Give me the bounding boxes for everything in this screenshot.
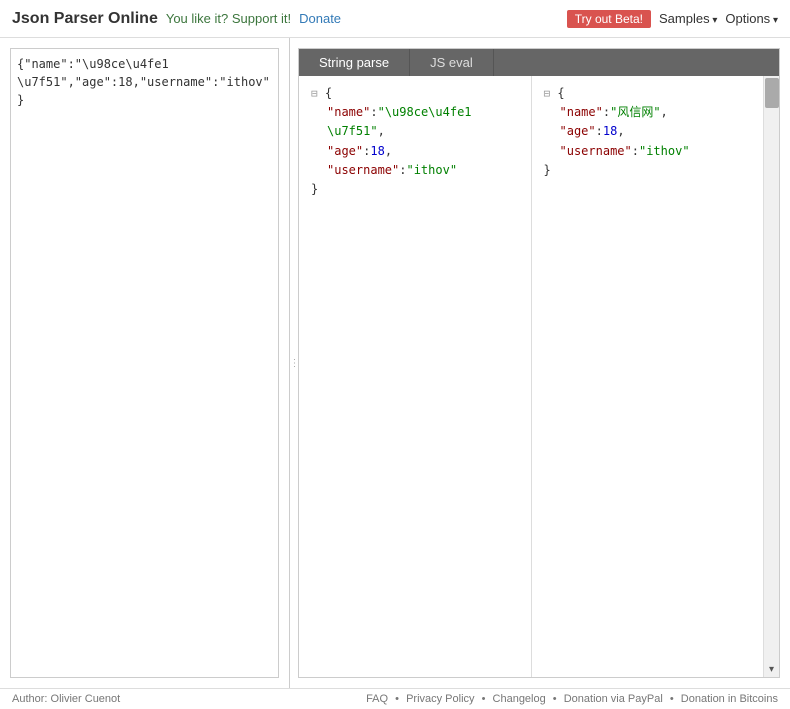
- results-area: ⊟ { "name":"\u98ce\u4fe1 \u7f51", "age":…: [299, 76, 779, 677]
- field-age-value-js: 18: [603, 124, 617, 138]
- field-name-key-str: "name": [327, 105, 370, 119]
- header-right: Try out Beta! Samples Options: [567, 10, 778, 28]
- footer-link-privacy[interactable]: Privacy Policy: [406, 693, 474, 705]
- field-name-value-js: "风信网": [610, 105, 660, 119]
- donate-link[interactable]: Donate: [299, 11, 341, 26]
- panel-divider[interactable]: ⋮: [290, 38, 298, 688]
- field-name-key-js: "name": [560, 105, 603, 119]
- open-brace-str: {: [325, 86, 332, 100]
- open-brace-js: {: [557, 86, 564, 100]
- field-name-value-str: "\u98ce\u4fe1: [378, 105, 472, 119]
- right-panel: String parse JS eval ⊟ { "name":"\u98ce\…: [298, 48, 780, 678]
- collapse-js-eval[interactable]: ⊟: [544, 87, 551, 100]
- scrollbar-down-arrow[interactable]: ▾: [769, 664, 774, 675]
- header: Json Parser Online You like it? Support …: [0, 0, 790, 38]
- close-brace-str: }: [311, 182, 318, 196]
- header-left: Json Parser Online You like it? Support …: [12, 10, 341, 28]
- samples-dropdown[interactable]: Samples: [659, 11, 717, 26]
- try-beta-button[interactable]: Try out Beta!: [567, 10, 651, 28]
- options-dropdown[interactable]: Options: [725, 11, 778, 26]
- field-name-value-str2: \u7f51": [327, 124, 378, 138]
- field-username-key-js: "username": [560, 144, 632, 158]
- json-input[interactable]: {"name":"\u98ce\u4fe1 \u7f51","age":18,"…: [10, 48, 279, 678]
- field-username-value-js: "ithov": [639, 144, 690, 158]
- close-brace-js: }: [544, 163, 551, 177]
- main-area: {"name":"\u98ce\u4fe1 \u7f51","age":18,"…: [0, 38, 790, 688]
- field-username-value-str: "ithov": [406, 163, 457, 177]
- support-text: You like it? Support it!: [166, 11, 291, 26]
- left-panel: {"name":"\u98ce\u4fe1 \u7f51","age":18,"…: [0, 38, 290, 688]
- js-eval-column: ⊟ { "name":"风信网", "age":18, "username":"…: [532, 76, 764, 677]
- footer-link-paypal[interactable]: Donation via PayPal: [564, 693, 663, 705]
- collapse-string-parse[interactable]: ⊟: [311, 87, 318, 100]
- field-username-key-str: "username": [327, 163, 399, 177]
- app-title: Json Parser Online: [12, 10, 158, 28]
- string-parse-column: ⊟ { "name":"\u98ce\u4fe1 \u7f51", "age":…: [299, 76, 532, 677]
- footer-link-changelog[interactable]: Changelog: [493, 693, 546, 705]
- scrollbar[interactable]: ▾: [763, 76, 779, 677]
- scrollbar-thumb[interactable]: [765, 78, 779, 108]
- footer-link-faq[interactable]: FAQ: [366, 693, 388, 705]
- field-age-value-str: 18: [370, 144, 384, 158]
- footer: Author: Olivier Cuenot FAQ • Privacy Pol…: [0, 688, 790, 709]
- footer-link-bitcoin[interactable]: Donation in Bitcoins: [681, 693, 778, 705]
- field-age-key-str: "age": [327, 144, 363, 158]
- field-age-key-js: "age": [560, 124, 596, 138]
- author-text: Author: Olivier Cuenot: [12, 693, 120, 705]
- tab-string-parse[interactable]: String parse: [299, 49, 410, 76]
- tabs-row: String parse JS eval: [299, 49, 779, 76]
- tab-js-eval[interactable]: JS eval: [410, 49, 494, 76]
- footer-links: FAQ • Privacy Policy • Changelog • Donat…: [362, 693, 778, 705]
